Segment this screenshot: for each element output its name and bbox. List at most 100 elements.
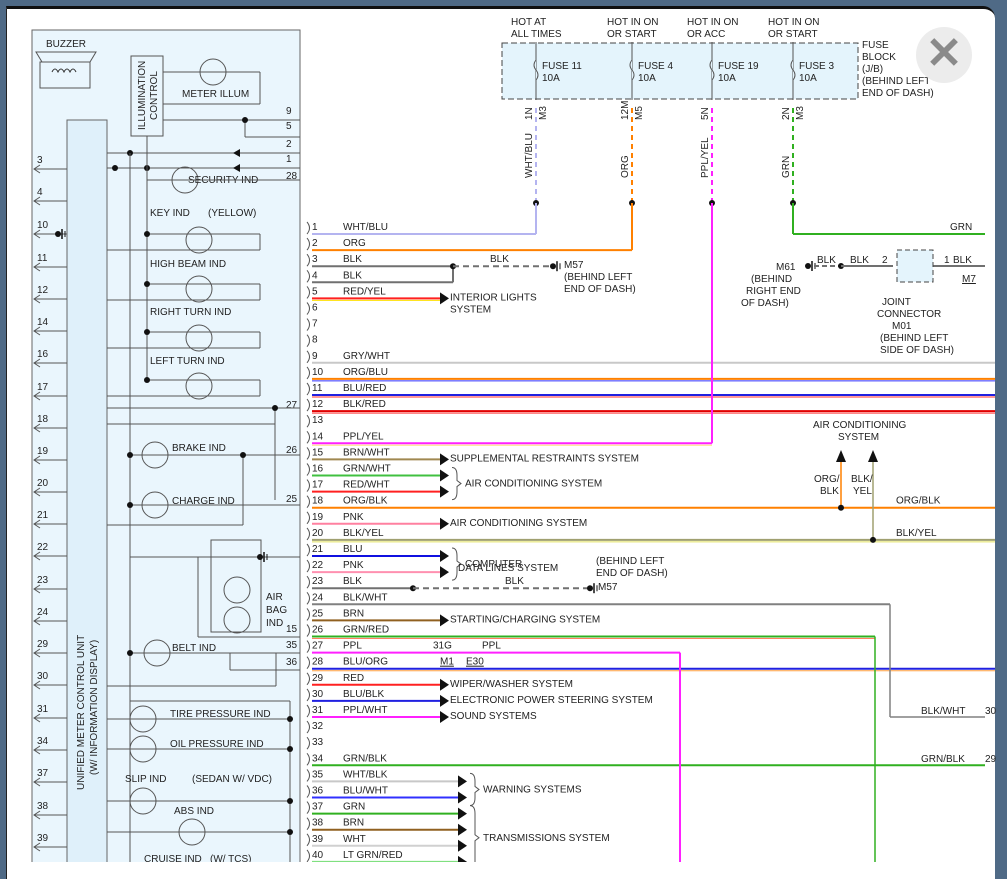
wire-pin-number: 5 xyxy=(312,286,318,297)
fuse-block-label: FUSE xyxy=(862,40,889,51)
connector-pin-icon xyxy=(306,752,310,766)
wire-pin-number: 13 xyxy=(312,415,324,426)
wire-color-label: BLU/BLK xyxy=(343,689,384,700)
close-button[interactable]: ✕ xyxy=(916,27,972,83)
connector-pin-icon xyxy=(306,801,310,814)
splice-dot xyxy=(242,117,248,123)
wire-color-label: RED/YEL xyxy=(343,286,386,297)
connector-pin-icon xyxy=(306,463,310,476)
unit-pin-label: 21 xyxy=(37,510,49,521)
arrow-icon xyxy=(458,855,467,862)
fuse-name: FUSE 3 xyxy=(799,61,834,72)
fuse-name: FUSE 11 xyxy=(542,61,582,72)
group-brace xyxy=(451,467,462,501)
splice-dot xyxy=(287,716,293,722)
abs-ind-label: ABS IND xyxy=(174,806,214,817)
splice-dot xyxy=(272,405,278,411)
joint-connector-label: JOINT xyxy=(882,297,911,308)
connector-m1: M1 xyxy=(440,657,454,668)
connector-pin-icon xyxy=(306,237,310,251)
wire-pin-number: 7 xyxy=(312,319,318,330)
fuse-terminal: 1N xyxy=(524,107,535,120)
wire-color-label: WHT xyxy=(343,834,366,845)
connector-pin-icon xyxy=(306,833,310,847)
connector-pin-icon xyxy=(306,430,310,444)
fuse-block-label: (J/B) xyxy=(862,64,883,75)
splice-dot xyxy=(127,650,133,656)
fuse-header: HOT IN ON xyxy=(768,17,819,28)
ground-name: M57 xyxy=(564,260,584,271)
unit-pin-2: 2 xyxy=(286,139,292,150)
blk-wht-label: BLK/WHT xyxy=(921,706,965,717)
wire-color-label: LT GRN/RED xyxy=(343,850,403,861)
destination-label: INTERIOR LIGHTS xyxy=(450,292,537,303)
wire-color-label: WHT/BLK xyxy=(343,769,388,780)
wire-pin-number: 16 xyxy=(312,464,324,475)
connector-pin-icon xyxy=(306,575,310,589)
connector-pin-icon xyxy=(306,849,310,862)
wire-pin-number: 31 xyxy=(312,705,324,716)
splice-dot xyxy=(127,452,133,458)
wire-color-label: PPL/WHT xyxy=(343,705,387,716)
wire-pin-number: 15 xyxy=(312,447,324,458)
connector-pin-icon xyxy=(306,447,310,460)
wire-pin-number: 6 xyxy=(312,303,318,314)
wire-pin-number: 29 xyxy=(312,673,324,684)
arrow-icon xyxy=(458,823,467,836)
org-blk-right: ORG/BLK xyxy=(896,496,941,507)
wire-pin-number: 19 xyxy=(312,512,324,523)
ground-name: M57 xyxy=(598,582,618,593)
arrow-icon xyxy=(440,566,449,579)
blk-wht-pin: 30 xyxy=(985,706,997,717)
splice-dot xyxy=(127,502,133,508)
unit-pin-label: 23 xyxy=(37,575,49,586)
wire-pin-number: 36 xyxy=(312,786,324,797)
wire-pin-number: 34 xyxy=(312,753,324,764)
wire-pin-number: 17 xyxy=(312,480,324,491)
connector-pin-icon xyxy=(306,672,310,686)
ground-location: END OF DASH) xyxy=(596,568,668,579)
joint-connector-label: CONNECTOR xyxy=(877,309,941,320)
arrow-icon xyxy=(440,292,449,305)
group-brace xyxy=(469,772,480,806)
fuse-rating: 10A xyxy=(718,73,736,84)
destination-label: WIPER/WASHER SYSTEM xyxy=(450,679,573,690)
m61-wire-label: BLK xyxy=(817,255,836,266)
wire-color-label: BLU xyxy=(343,544,362,555)
wire-color-label: WHT/BLU xyxy=(343,222,388,233)
wire-color-label: GRN/BLK xyxy=(343,753,387,764)
unit-pin-36: 36 xyxy=(286,657,298,668)
wire-pin-number: 21 xyxy=(312,544,324,555)
destination-label: SUPPLEMENTAL RESTRAINTS SYSTEM xyxy=(450,453,639,464)
wire-pin-number: 26 xyxy=(312,625,324,636)
grn-label: GRN xyxy=(950,222,972,233)
wire-pin-number: 33 xyxy=(312,737,324,748)
wire-pin-number: 11 xyxy=(312,383,323,394)
arrow-icon xyxy=(440,711,449,723)
wire-pin-number: 25 xyxy=(312,608,324,619)
unit-pin-27: 27 xyxy=(286,400,298,411)
fuse-header: HOT IN ON xyxy=(607,17,658,28)
fuse-wire-label: GRN xyxy=(781,156,792,178)
connector-pin-icon xyxy=(306,720,310,734)
m61-label: M61 xyxy=(776,262,796,273)
ground-icon xyxy=(55,231,61,237)
destination-label: SYSTEM xyxy=(450,304,491,315)
wire-color-label: BLK xyxy=(343,270,362,281)
left-turn-label: LEFT TURN IND xyxy=(150,356,225,367)
splice-dot xyxy=(870,536,876,543)
wire-pin-number: 8 xyxy=(312,335,318,346)
connector-pin-icon xyxy=(306,785,310,798)
wire-pin-number: 24 xyxy=(312,592,324,603)
wiring-diagram: UNIFIED METER CONTROL UNIT (W/ INFORMATIO… xyxy=(31,17,997,862)
unit-display-block xyxy=(66,119,108,862)
wire-color-label: RED/WHT xyxy=(343,480,390,491)
arrow-icon xyxy=(458,775,467,788)
unit-pin-label: 17 xyxy=(37,382,49,393)
unit-subtitle: (W/ INFORMATION DISPLAY) xyxy=(89,640,100,775)
ground-wire-label: BLK xyxy=(505,576,524,587)
unit-pin-label: 24 xyxy=(37,607,49,618)
connector-pin-icon xyxy=(306,527,310,541)
splice-dot xyxy=(550,263,556,270)
wire-color-label: BLK xyxy=(343,576,362,587)
